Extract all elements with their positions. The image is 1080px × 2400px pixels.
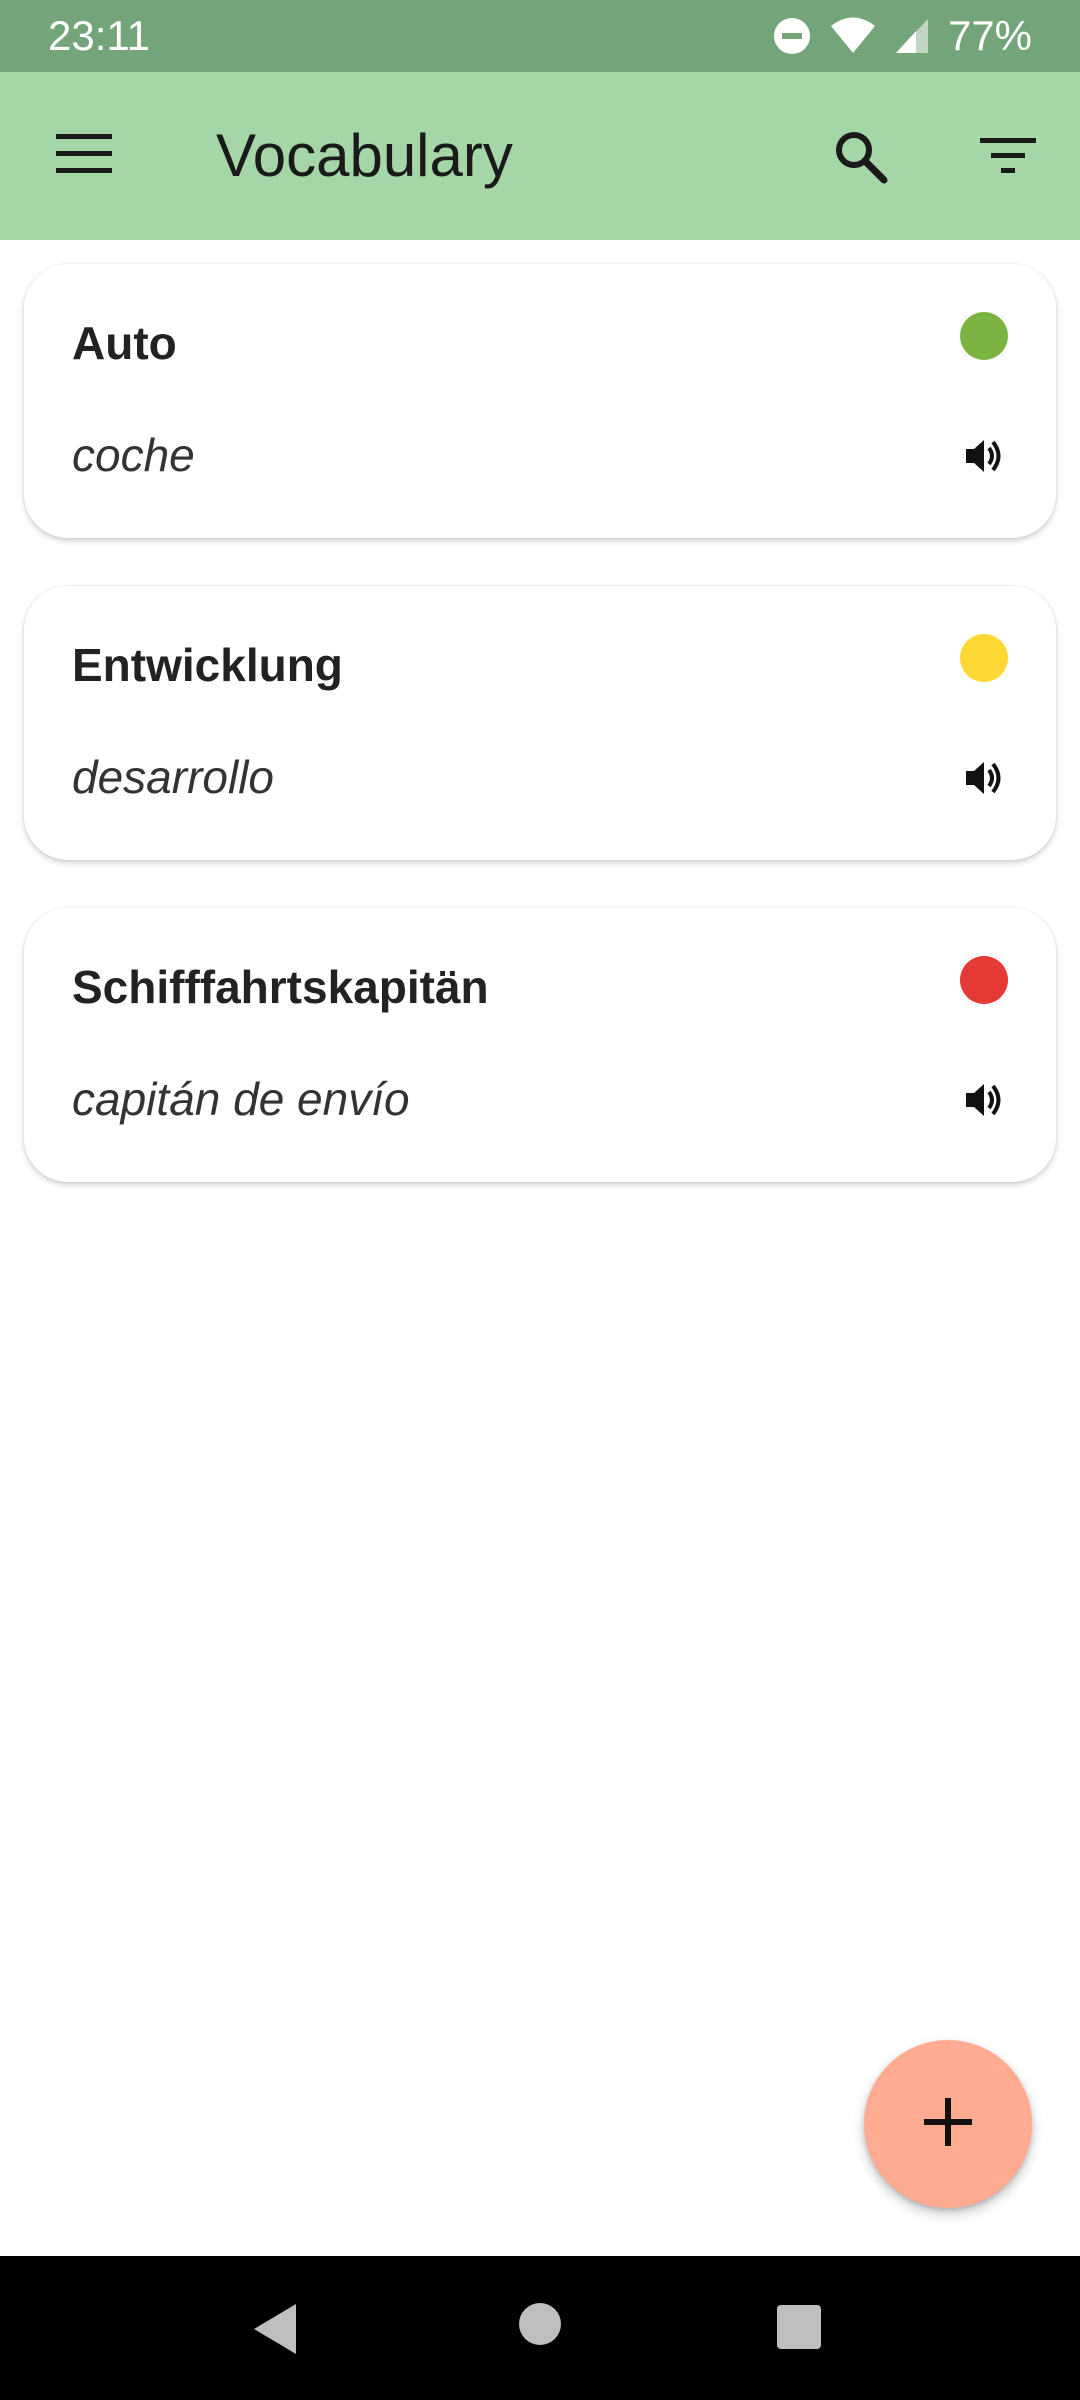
vocabulary-term: Entwicklung: [72, 639, 343, 691]
vocabulary-card[interactable]: Schifffahrtskapitän capitán de envío: [24, 908, 1056, 1182]
vocabulary-card[interactable]: Entwicklung desarrollo: [24, 586, 1056, 860]
speaker-button[interactable]: [960, 434, 1008, 482]
filter-button[interactable]: [968, 118, 1048, 198]
status-time: 23:11: [48, 12, 150, 59]
speaker-button[interactable]: [960, 1078, 1008, 1126]
status-bar: 23:11 77%: [0, 0, 1080, 72]
navigation-bar: [0, 2256, 1080, 2400]
filter-icon: [980, 134, 1036, 183]
speaker-icon: [962, 434, 1006, 483]
signal-icon: [894, 17, 930, 55]
vocabulary-translation: capitán de envío: [72, 1073, 410, 1125]
do-not-disturb-icon: [772, 16, 812, 56]
status-icons: 77%: [772, 12, 1032, 60]
vocabulary-translation: desarrollo: [72, 751, 274, 803]
status-dot: [960, 312, 1008, 360]
speaker-button[interactable]: [960, 756, 1008, 804]
wifi-icon: [830, 17, 876, 55]
page-title: Vocabulary: [216, 122, 513, 189]
menu-icon: [54, 132, 114, 181]
search-button[interactable]: [820, 118, 900, 198]
speaker-icon: [962, 1078, 1006, 1127]
menu-button[interactable]: [48, 128, 120, 184]
status-dot: [960, 956, 1008, 1004]
speaker-icon: [962, 756, 1006, 805]
home-icon[interactable]: [518, 2302, 562, 2351]
app-bar: Vocabulary: [0, 72, 1080, 240]
add-vocabulary-button[interactable]: [864, 2040, 1032, 2208]
vocabulary-translation: coche: [72, 429, 195, 481]
search-icon: [832, 128, 888, 189]
vocabulary-card[interactable]: Auto coche: [24, 264, 1056, 538]
battery-level: 77%: [947, 12, 1032, 59]
plus-icon: [922, 2096, 974, 2153]
back-icon[interactable]: [250, 2302, 300, 2361]
vocabulary-term: Schifffahrtskapitän: [72, 961, 489, 1013]
status-dot: [960, 634, 1008, 682]
vocabulary-term: Auto: [72, 317, 177, 369]
recents-icon[interactable]: [776, 2304, 822, 2355]
